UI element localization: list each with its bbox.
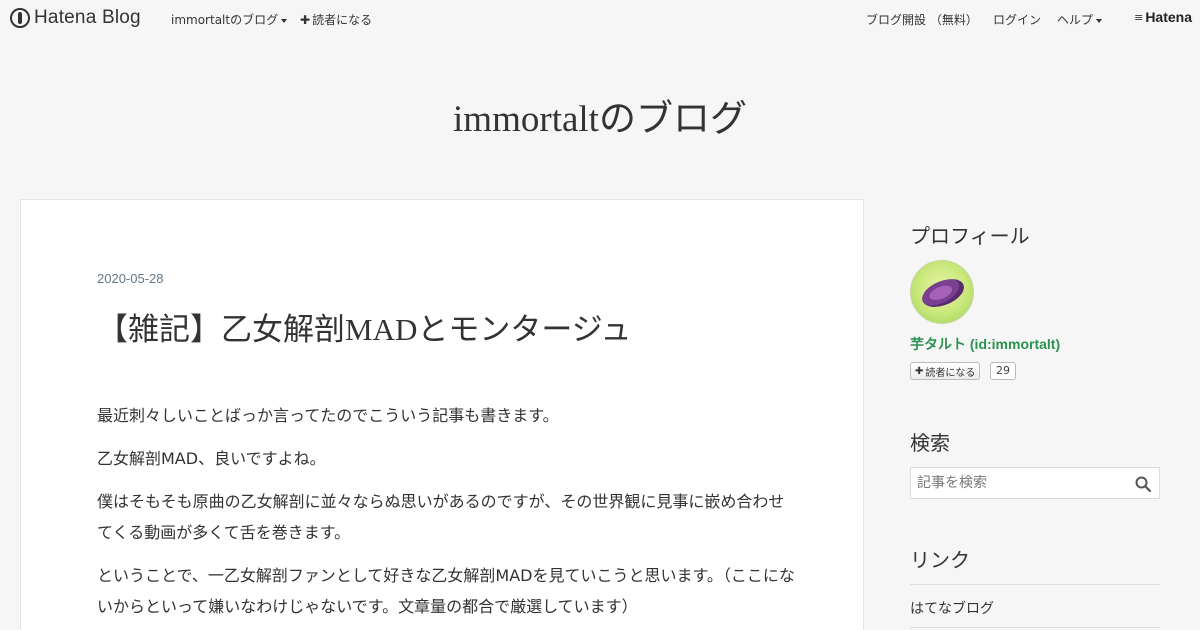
search-box: [910, 467, 1160, 499]
profile-name-link[interactable]: 芋タルト (id:immortalt): [910, 334, 1060, 354]
plus-icon: ✚: [300, 13, 311, 27]
entry-title[interactable]: 【雑記】乙女解剖MADとモンタージュ: [97, 304, 632, 349]
entry-body: 最近刺々しいことばっか言ってたのでこういう記事も書きます。 乙女解剖MAD、良い…: [97, 400, 797, 630]
search-icon[interactable]: [1135, 476, 1151, 492]
entry-paragraph: 僕はそもそも原曲の乙女解剖に並々ならぬ思いがあるのですが、その世界観に見事に嵌め…: [97, 492, 785, 542]
hatena-blog-logo-icon: [10, 8, 30, 28]
blog-title[interactable]: immortaltのブログ: [0, 88, 1200, 142]
sweet-potato-avatar[interactable]: [910, 260, 974, 324]
subscribe-label: 読者になる: [312, 13, 373, 27]
hatena-link[interactable]: ≡ Hatena: [1134, 9, 1192, 25]
hatena-mark-icon: ≡: [1134, 10, 1143, 24]
entry-paragraph: 最近刺々しいことばっか言ってたのでこういう記事も書きます。: [97, 406, 559, 425]
login-link[interactable]: ログイン: [993, 11, 1041, 28]
divider: [910, 584, 1160, 585]
reader-count-badge[interactable]: 29: [990, 362, 1016, 380]
entry-date[interactable]: 2020-05-28: [97, 271, 164, 286]
links-heading: リンク: [910, 548, 970, 572]
entry-article: 2020-05-28 【雑記】乙女解剖MADとモンタージュ 最近刺々しいことばっ…: [20, 199, 864, 630]
hatena-blog-logo[interactable]: Hatena Blog: [10, 7, 141, 29]
global-header: Hatena Blog immortaltのブログ ✚ 読者になる ブログ開設 （…: [0, 0, 1200, 36]
search-input[interactable]: [917, 475, 1127, 491]
help-menu[interactable]: ヘルプ: [1057, 11, 1103, 28]
sweet-potato-icon: [918, 273, 968, 313]
blog-menu[interactable]: immortaltのブログ: [171, 11, 288, 28]
caret-down-icon: [281, 18, 288, 23]
search-heading: 検索: [910, 431, 950, 455]
help-label: ヘルプ: [1057, 13, 1094, 27]
subscribe-button[interactable]: ✚ 読者になる: [910, 362, 981, 380]
subscribe-button-label: 読者になる: [925, 367, 976, 379]
caret-down-icon: [1096, 18, 1103, 23]
plus-icon: ✚: [915, 365, 924, 377]
hatena-label: Hatena: [1145, 9, 1192, 25]
link-item[interactable]: はてなブログ: [910, 598, 994, 618]
blog-menu-label: immortaltのブログ: [171, 13, 279, 27]
subscribe-link[interactable]: ✚ 読者になる: [300, 11, 372, 28]
divider: [910, 627, 1160, 628]
entry-paragraph: ということで、一乙女解剖ファンとして好きな乙女解剖MADを見ていこうと思います。…: [97, 566, 795, 616]
open-blog-link[interactable]: ブログ開設 （無料）: [866, 11, 978, 28]
logo-text: Hatena Blog: [34, 7, 141, 28]
entry-paragraph: 乙女解剖MAD、良いですよね。: [97, 449, 326, 468]
profile-heading: プロフィール: [910, 224, 1030, 248]
